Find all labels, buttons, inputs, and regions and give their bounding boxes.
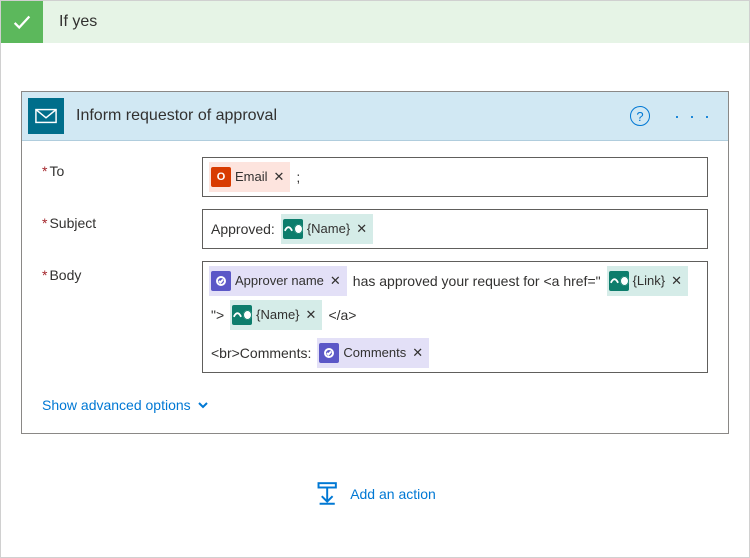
remove-token-icon[interactable]: ✕ xyxy=(304,302,317,328)
input-subject[interactable]: Approved: {Name} ✕ xyxy=(202,209,708,249)
remove-token-icon[interactable]: ✕ xyxy=(669,268,682,294)
show-advanced-label: Show advanced options xyxy=(42,397,191,413)
remove-token-icon[interactable]: ✕ xyxy=(354,216,367,242)
token-email[interactable]: O Email ✕ xyxy=(209,162,290,192)
more-icon[interactable]: · · · xyxy=(670,106,716,127)
token-name[interactable]: {Name} ✕ xyxy=(281,214,373,244)
label-subject: *Subject xyxy=(42,209,202,249)
show-advanced-toggle[interactable]: Show advanced options xyxy=(42,397,209,413)
dynamic-icon xyxy=(283,219,303,239)
token-name[interactable]: {Name}✕ xyxy=(230,300,322,330)
subject-lead: Approved: xyxy=(209,216,277,242)
row-subject: *Subject Approved: {Name} ✕ xyxy=(42,209,708,249)
input-to[interactable]: O Email ✕ ; xyxy=(202,157,708,197)
remove-token-icon[interactable]: ✕ xyxy=(410,340,423,366)
help-icon[interactable]: ? xyxy=(630,106,650,126)
input-body[interactable]: Approver name✕has approved your request … xyxy=(202,261,708,373)
row-to: *To O Email ✕ ; xyxy=(42,157,708,197)
dynamic-icon xyxy=(609,271,629,291)
row-body: *Body Approver name✕has approved your re… xyxy=(42,261,708,373)
body-text: </a> xyxy=(326,302,358,328)
action-card: Inform requestor of approval ? · · · *To… xyxy=(21,91,729,434)
token-comments[interactable]: Comments✕ xyxy=(317,338,429,368)
token-label: Approver name xyxy=(235,268,324,294)
checkmark-icon xyxy=(1,1,43,43)
token-label: Comments xyxy=(343,340,406,366)
mail-icon xyxy=(28,98,64,134)
chevron-down-icon xyxy=(197,399,209,411)
if-yes-header[interactable]: If yes xyxy=(1,1,749,43)
label-body: *Body xyxy=(42,261,202,373)
token-label: Email xyxy=(235,164,268,190)
if-yes-container: If yes Inform requestor of approval ? · … xyxy=(0,0,750,558)
approval-icon xyxy=(211,271,231,291)
remove-token-icon[interactable]: ✕ xyxy=(272,164,285,190)
token-label: {Link} xyxy=(633,268,666,294)
body-text: has approved your request for <a href=" xyxy=(351,268,603,294)
body-text: <br>Comments: xyxy=(209,340,313,366)
body-text: "> xyxy=(209,302,226,328)
to-trail: ; xyxy=(294,164,302,190)
token-label: {Name} xyxy=(256,302,299,328)
action-header[interactable]: Inform requestor of approval ? · · · xyxy=(22,92,728,141)
approval-icon xyxy=(319,343,339,363)
label-to: *To xyxy=(42,157,202,197)
dynamic-icon xyxy=(232,305,252,325)
token-link[interactable]: {Link}✕ xyxy=(607,266,688,296)
office-icon: O xyxy=(211,167,231,187)
add-action-button[interactable]: Add an action xyxy=(314,481,436,507)
add-action-label: Add an action xyxy=(350,486,436,502)
action-body: *To O Email ✕ ; *Subject Approved: xyxy=(22,141,728,433)
if-yes-title: If yes xyxy=(43,13,97,31)
token-label: {Name} xyxy=(307,216,350,242)
remove-token-icon[interactable]: ✕ xyxy=(328,268,341,294)
add-action-icon xyxy=(314,481,340,507)
action-title: Inform requestor of approval xyxy=(76,107,618,125)
token-approvername[interactable]: Approver name✕ xyxy=(209,266,347,296)
